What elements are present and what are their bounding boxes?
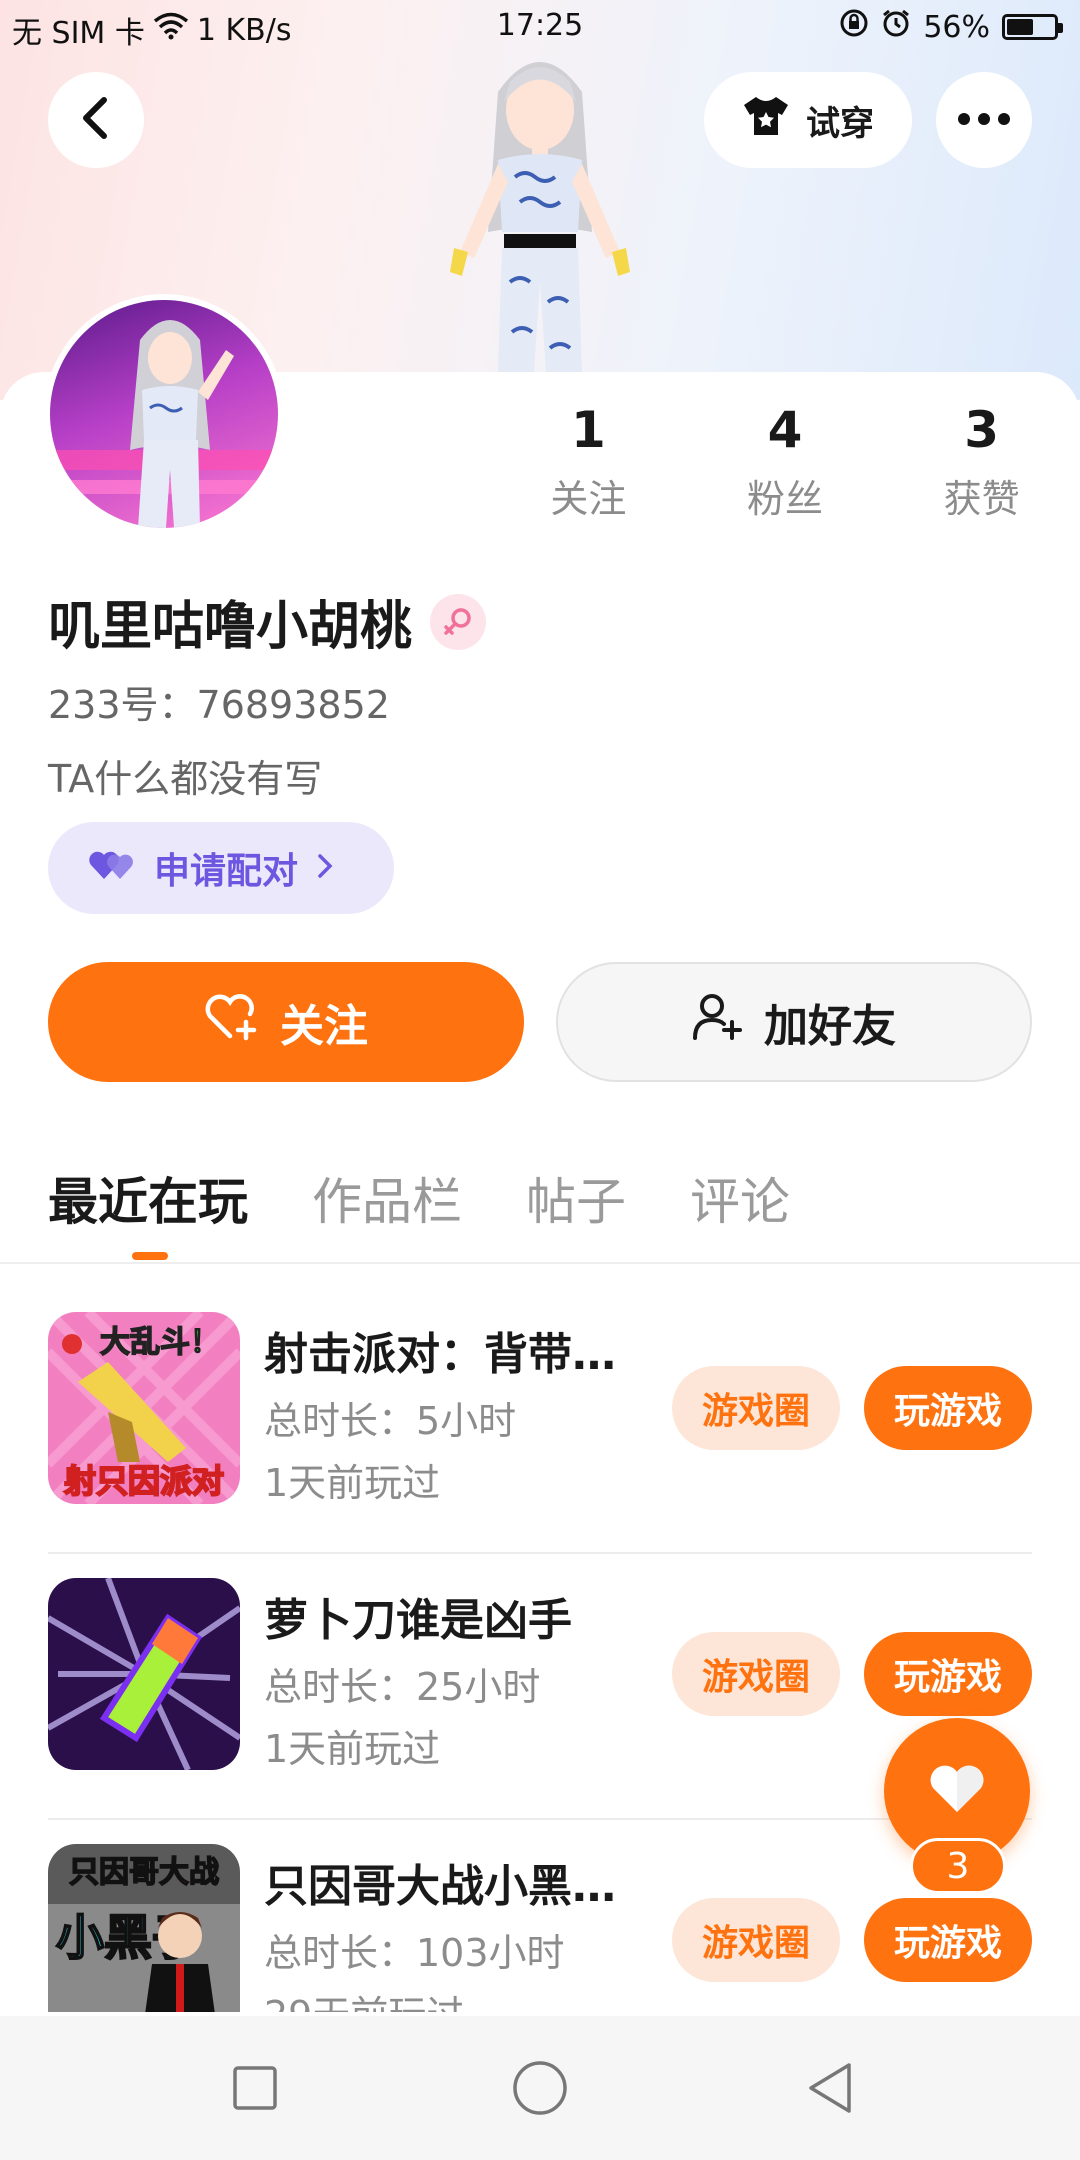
tab-posts[interactable]: 帖子: [526, 1162, 626, 1234]
battery-icon: [1002, 14, 1063, 40]
game-icon-text-bottom: 射只因派对: [63, 1462, 224, 1500]
add-user-icon: [692, 992, 744, 1053]
request-pair-button[interactable]: 申请配对: [48, 822, 394, 914]
avatar-image: [50, 300, 278, 528]
game-total-time: 总时长：103小时: [264, 1931, 565, 1975]
home-button[interactable]: [510, 2060, 570, 2120]
stat-fans[interactable]: 4 粉丝: [687, 400, 884, 523]
battery-fill: [1007, 19, 1033, 35]
triangle-back-icon: [805, 2061, 855, 2119]
recent-apps-button[interactable]: [225, 2060, 285, 2120]
stat-likes-label: 获赞: [943, 477, 1020, 521]
request-pair-label: 申请配对: [154, 851, 299, 892]
game-circle-button[interactable]: 游戏圈: [672, 1898, 840, 1982]
follow-button[interactable]: 关注: [48, 962, 524, 1082]
game-total-time: 总时长：25小时: [264, 1665, 541, 1709]
game-icon-text-top: 只因哥大战: [69, 1855, 219, 1890]
stat-likes-value: 3: [964, 401, 1000, 459]
stat-following-value: 1: [570, 401, 606, 459]
battery-percent-text: 56%: [923, 9, 990, 45]
heart-plus-icon: [204, 992, 260, 1053]
stat-fans-value: 4: [767, 401, 803, 459]
rotation-lock-icon: [839, 8, 869, 46]
double-heart-icon: [88, 846, 136, 891]
stat-following-label: 关注: [550, 477, 627, 521]
chevron-right-icon: [316, 848, 334, 889]
try-on-button[interactable]: 试穿: [704, 72, 912, 168]
add-friend-label: 加好友: [764, 1001, 896, 1052]
play-game-button[interactable]: 玩游戏: [864, 1632, 1032, 1716]
female-icon: [430, 593, 487, 650]
status-bar: 无 SIM 卡 1 KB/s 17:25 56%: [0, 0, 1080, 56]
game-last-played: 1天前玩过: [264, 1461, 441, 1505]
avatar-3d-figure: [420, 52, 660, 372]
square-icon: [232, 2065, 278, 2115]
stat-likes[interactable]: 3 获赞: [883, 400, 1080, 523]
game-row[interactable]: 大乱斗！ 射只因派对 射击派对：背带… 总时长：5小时 1天前玩过 游戏圈 玩游…: [0, 1312, 1080, 1578]
profile-tabs: 最近在玩 作品栏 帖子 评论: [48, 1162, 854, 1234]
system-navigation-bar: [0, 2016, 1080, 2160]
tshirt-icon: [742, 95, 790, 146]
game-total-time: 总时长：5小时: [264, 1399, 517, 1443]
more-dots-icon: [957, 111, 1011, 130]
follow-label: 关注: [280, 1001, 368, 1052]
game-name: 只因哥大战小黑…: [264, 1861, 616, 1912]
chevron-left-icon: [78, 96, 114, 144]
game-last-played: 1天前玩过: [264, 1727, 441, 1771]
game-icon-shooting-party: 大乱斗！ 射只因派对: [48, 1312, 240, 1504]
try-on-label: 试穿: [806, 103, 874, 144]
game-name: 射击派对：背带…: [264, 1329, 616, 1380]
tab-comments[interactable]: 评论: [690, 1162, 790, 1234]
recent-games-list: 大乱斗！ 射只因派对 射击派对：背带… 总时长：5小时 1天前玩过 游戏圈 玩游…: [0, 1312, 1080, 2012]
nickname-text: 叽里咕噜小胡桃: [48, 597, 413, 657]
status-right: 56%: [839, 8, 1063, 46]
play-game-button[interactable]: 玩游戏: [864, 1898, 1032, 1982]
alarm-icon: [881, 8, 911, 46]
game-circle-button[interactable]: 游戏圈: [672, 1366, 840, 1450]
circle-icon: [512, 2060, 568, 2120]
more-options-button[interactable]: [936, 72, 1032, 168]
profile-stats: 1 关注 4 粉丝 3 获赞: [490, 400, 1080, 523]
game-last-played: 29天前玩过: [264, 1984, 464, 2012]
add-friend-button[interactable]: 加好友: [556, 962, 1032, 1082]
game-name: 萝卜刀谁是凶手: [264, 1595, 572, 1646]
back-button[interactable]: [48, 72, 144, 168]
heart-icon: [927, 1762, 987, 1820]
tab-recently-played[interactable]: 最近在玩: [48, 1162, 248, 1234]
game-icon-radish-knife: [48, 1578, 240, 1770]
tab-works[interactable]: 作品栏: [312, 1162, 462, 1234]
user-id-text: 233号：76893852: [48, 683, 390, 727]
tabs-divider: [0, 1262, 1080, 1264]
stat-fans-label: 粉丝: [747, 477, 824, 521]
stat-following[interactable]: 1 关注: [490, 400, 687, 523]
like-count-badge: 3: [910, 1838, 1006, 1894]
system-back-button[interactable]: [800, 2060, 860, 2120]
nickname-row: 叽里咕噜小胡桃: [48, 584, 487, 659]
user-avatar[interactable]: [44, 294, 284, 534]
play-game-button[interactable]: 玩游戏: [864, 1366, 1032, 1450]
active-tab-indicator: [132, 1252, 168, 1260]
game-icon-chicken-brother: 只因哥大战 小黑子: [48, 1844, 240, 2012]
game-circle-button[interactable]: 游戏圈: [672, 1632, 840, 1716]
game-icon-text-top: 大乱斗！: [100, 1325, 220, 1360]
bio-text: TA什么都没有写: [48, 757, 323, 801]
